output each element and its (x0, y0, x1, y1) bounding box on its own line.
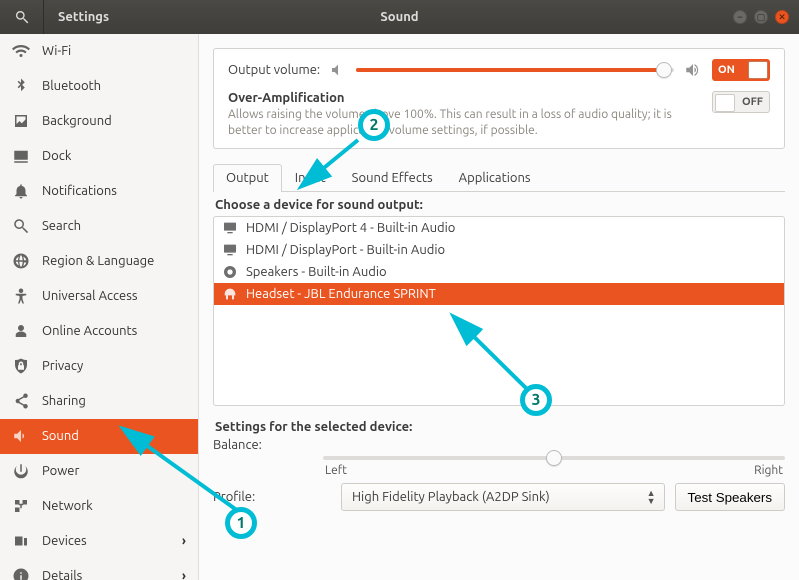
sidebar-item-universal[interactable]: Universal Access (0, 279, 198, 314)
headset-icon (222, 286, 238, 302)
window-minimize-button[interactable]: – (733, 10, 747, 24)
notifications-icon (12, 182, 30, 200)
balance-right-label: Right (754, 464, 783, 477)
device-item[interactable]: Headset - JBL Endurance SPRINT (214, 283, 784, 305)
settings-sidebar: Wi-Fi Bluetooth Background Dock Notification… (0, 34, 199, 580)
sidebar-item-online[interactable]: Online Accounts (0, 314, 198, 349)
background-icon (12, 112, 30, 130)
sound-icon (12, 427, 30, 445)
sidebar-item-label: Power (42, 464, 79, 478)
sound-panel: Output volume: ON Over-Amplification All… (199, 34, 799, 580)
sidebar-item-label: Region & Language (42, 254, 154, 268)
test-speakers-button[interactable]: Test Speakers (675, 483, 785, 511)
chevron-right-icon: › (182, 569, 186, 580)
balance-slider[interactable] (323, 456, 785, 460)
output-volume-slider[interactable] (356, 60, 674, 80)
sidebar-item-label: Devices (42, 534, 87, 548)
devices-icon (12, 532, 30, 550)
sound-tabs-section: OutputInputSound EffectsApplications Cho… (213, 163, 785, 511)
speaker-icon (222, 264, 238, 280)
search-icon (12, 217, 30, 235)
titlebar: Settings Sound – ▢ ✕ (0, 0, 799, 34)
region-icon (12, 252, 30, 270)
settings-selected-label: Settings for the selected device: (215, 420, 785, 434)
output-volume-label: Output volume: (228, 63, 320, 77)
page-title: Sound (380, 10, 418, 24)
sidebar-item-label: Wi-Fi (42, 44, 71, 58)
sidebar-item-label: Search (42, 219, 81, 233)
sharing-icon (12, 392, 30, 410)
dock-icon (12, 147, 30, 165)
privacy-icon (12, 357, 30, 375)
sidebar-item-privacy[interactable]: Privacy (0, 349, 198, 384)
sidebar-item-search[interactable]: Search (0, 209, 198, 244)
speaker-low-icon (330, 62, 346, 78)
wifi-icon (12, 42, 30, 60)
chevron-right-icon: › (182, 534, 186, 548)
power-icon (12, 462, 30, 480)
sidebar-item-label: Background (42, 114, 112, 128)
monitor-icon (222, 242, 238, 258)
tab-input[interactable]: Input (282, 164, 339, 192)
bluetooth-icon (12, 77, 30, 95)
over-amplification-desc: Allows raising the volume above 100%. Th… (228, 107, 702, 138)
sound-tabs: OutputInputSound EffectsApplications (213, 163, 785, 192)
sidebar-item-label: Universal Access (42, 289, 137, 303)
sidebar-item-label: Online Accounts (42, 324, 137, 338)
sidebar-item-dock[interactable]: Dock (0, 139, 198, 174)
sidebar-item-label: Notifications (42, 184, 117, 198)
over-amplification-switch[interactable]: OFF (712, 91, 770, 113)
sidebar-item-region[interactable]: Region & Language (0, 244, 198, 279)
speaker-high-icon (684, 61, 702, 79)
device-item[interactable]: HDMI / DisplayPort - Built-in Audio (214, 239, 784, 261)
device-item[interactable]: Speakers - Built-in Audio (214, 261, 784, 283)
window-close-button[interactable]: ✕ (775, 10, 789, 24)
monitor-icon (222, 220, 238, 236)
sidebar-item-label: Sharing (42, 394, 86, 408)
device-item[interactable]: HDMI / DisplayPort 4 - Built-in Audio (214, 217, 784, 239)
device-label: Headset - JBL Endurance SPRINT (246, 287, 436, 301)
universal-icon (12, 287, 30, 305)
over-amplification-title: Over-Amplification (228, 91, 702, 105)
sidebar-item-label: Dock (42, 149, 71, 163)
network-icon (12, 497, 30, 515)
profile-label: Profile: (213, 490, 273, 504)
tab-applications[interactable]: Applications (446, 164, 544, 192)
window-maximize-button[interactable]: ▢ (754, 10, 768, 24)
sidebar-item-label: Sound (42, 429, 79, 443)
tab-sound-effects[interactable]: Sound Effects (339, 164, 446, 192)
sidebar-item-wifi[interactable]: Wi-Fi (0, 34, 198, 69)
sidebar-item-devices[interactable]: Devices › (0, 524, 198, 559)
sidebar-item-network[interactable]: Network (0, 489, 198, 524)
output-device-list[interactable]: HDMI / DisplayPort 4 - Built-in Audio HDM… (213, 216, 785, 406)
sidebar-item-notifications[interactable]: Notifications (0, 174, 198, 209)
device-label: Speakers - Built-in Audio (246, 265, 387, 279)
device-label: HDMI / DisplayPort 4 - Built-in Audio (246, 221, 455, 235)
sidebar-item-label: Details (42, 569, 82, 580)
device-label: HDMI / DisplayPort - Built-in Audio (246, 243, 445, 257)
search-icon (14, 9, 30, 25)
titlebar-search-button[interactable] (0, 0, 44, 34)
profile-select[interactable]: High Fidelity Playback (A2DP Sink) ▲▼ (341, 483, 665, 511)
sidebar-item-label: Network (42, 499, 93, 513)
sidebar-item-sharing[interactable]: Sharing (0, 384, 198, 419)
profile-value: High Fidelity Playback (A2DP Sink) (352, 490, 550, 504)
sidebar-item-power[interactable]: Power (0, 454, 198, 489)
output-volume-panel: Output volume: ON Over-Amplification All… (213, 48, 785, 149)
choose-device-label: Choose a device for sound output: (215, 198, 785, 212)
tab-output[interactable]: Output (213, 164, 282, 192)
sidebar-item-label: Bluetooth (42, 79, 101, 93)
chevron-updown-icon: ▲▼ (647, 489, 656, 505)
output-mute-switch[interactable]: ON (712, 59, 770, 81)
online-icon (12, 322, 30, 340)
app-title: Settings (44, 10, 123, 24)
sidebar-item-background[interactable]: Background (0, 104, 198, 139)
details-icon (12, 567, 30, 580)
balance-left-label: Left (325, 464, 347, 477)
sidebar-item-bluetooth[interactable]: Bluetooth (0, 69, 198, 104)
sidebar-item-sound[interactable]: Sound (0, 419, 198, 454)
sidebar-item-label: Privacy (42, 359, 83, 373)
balance-label: Balance: (213, 438, 273, 452)
sidebar-item-details[interactable]: Details › (0, 559, 198, 580)
